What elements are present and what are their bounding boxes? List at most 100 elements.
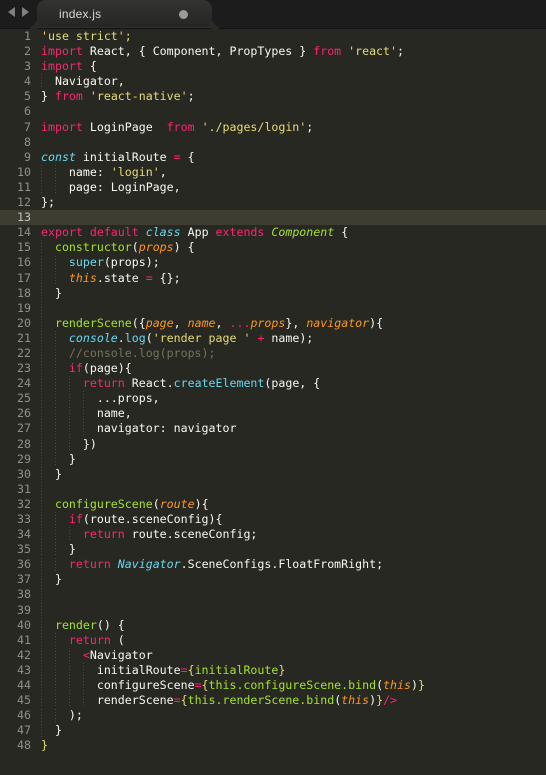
code-line[interactable]: 22 //console.log(props); <box>0 346 546 361</box>
code-line[interactable]: 45 renderScene={this.renderScene.bind(th… <box>0 693 546 708</box>
code-line[interactable]: 28 }) <box>0 437 546 452</box>
code-line-text[interactable]: } <box>38 452 546 467</box>
code-line-text[interactable]: console.log('render page ' + name); <box>38 331 546 346</box>
code-line[interactable]: 34 return route.sceneConfig; <box>0 527 546 542</box>
code-line[interactable]: 41 return ( <box>0 633 546 648</box>
code-line-text[interactable]: 'use strict'; <box>38 29 546 44</box>
code-line-text[interactable]: Navigator, <box>38 74 546 89</box>
code-line[interactable]: 20 renderScene({page, name, ...props}, n… <box>0 316 546 331</box>
code-line[interactable]: 32 configureScene(route){ <box>0 497 546 512</box>
code-line-text[interactable]: name: 'login', <box>38 165 546 180</box>
code-line-text[interactable]: page: LoginPage, <box>38 180 546 195</box>
code-line-text[interactable]: renderScene={this.renderScene.bind(this)… <box>38 693 546 708</box>
code-line[interactable]: 5} from 'react-native'; <box>0 89 546 104</box>
code-line-text[interactable]: import LoginPage from './pages/login'; <box>38 120 546 135</box>
code-line[interactable]: 12}; <box>0 195 546 210</box>
code-line[interactable]: 46 ); <box>0 708 546 723</box>
code-line-text[interactable] <box>38 135 546 150</box>
code-line[interactable]: 4 Navigator, <box>0 74 546 89</box>
code-line[interactable]: 30 } <box>0 467 546 482</box>
code-line[interactable]: 14 export default class App extends Compo… <box>0 225 546 240</box>
code-line-text[interactable]: import { <box>38 59 546 74</box>
code-line-text[interactable]: const initialRoute = { <box>38 150 546 165</box>
code-line[interactable]: 44 configureScene={this.configureScene.b… <box>0 678 546 693</box>
code-line-text[interactable]: } <box>38 572 546 587</box>
code-line[interactable]: 7 import LoginPage from './pages/login'; <box>0 120 546 135</box>
code-line-text[interactable]: return ( <box>38 633 546 648</box>
code-line-text[interactable]: return Navigator.SceneConfigs.FloatFromR… <box>38 557 546 572</box>
code-line[interactable]: 8 <box>0 135 546 150</box>
code-content-area[interactable]: 1 'use strict'; 2 import React, { Component… <box>0 29 546 775</box>
code-line[interactable]: 33 if(route.sceneConfig){ <box>0 512 546 527</box>
code-line-text[interactable]: } from 'react-native'; <box>38 89 546 104</box>
code-line-text[interactable]: //console.log(props); <box>38 346 546 361</box>
code-line-text[interactable]: if(route.sceneConfig){ <box>38 512 546 527</box>
code-line[interactable]: 17 this.state = {}; <box>0 271 546 286</box>
code-line-text[interactable]: } <box>38 542 546 557</box>
code-line-text[interactable]: import React, { Component, PropTypes } f… <box>38 44 546 59</box>
code-line[interactable]: 13 <box>0 210 546 226</box>
code-line[interactable]: 15 constructor(props) { <box>0 240 546 255</box>
code-line-text[interactable] <box>38 104 546 119</box>
code-line[interactable]: 10 name: 'login', <box>0 165 546 180</box>
unsaved-changes-dot-icon[interactable] <box>179 10 188 19</box>
triangle-right-icon[interactable] <box>22 7 29 17</box>
code-line[interactable]: 35 } <box>0 542 546 557</box>
code-line-text[interactable]: name, <box>38 406 546 421</box>
code-line[interactable]: 37 } <box>0 572 546 587</box>
triangle-left-icon[interactable] <box>8 7 15 17</box>
code-line[interactable]: 48} <box>0 738 546 753</box>
code-line-text[interactable]: configureScene={this.configureScene.bind… <box>38 678 546 693</box>
code-line-text[interactable]: super(props); <box>38 255 546 270</box>
code-line-text[interactable]: }) <box>38 437 546 452</box>
code-line[interactable]: 18 } <box>0 286 546 301</box>
code-line-text[interactable]: this.state = {}; <box>38 271 546 286</box>
code-line[interactable]: 25 ...props, <box>0 391 546 406</box>
code-line-text[interactable]: initialRoute={initialRoute} <box>38 663 546 678</box>
editor-tab-index-js[interactable]: index.js <box>37 0 212 28</box>
code-line[interactable]: 6 <box>0 104 546 119</box>
code-line[interactable]: 24 return React.createElement(page, { <box>0 376 546 391</box>
code-line-text[interactable]: }; <box>38 195 546 210</box>
code-line-text[interactable] <box>38 482 546 497</box>
code-line[interactable]: 16 super(props); <box>0 255 546 270</box>
code-line-text[interactable]: export default class App extends Compone… <box>38 225 546 240</box>
code-line-text[interactable]: ...props, <box>38 391 546 406</box>
code-line[interactable]: 40 render() { <box>0 618 546 633</box>
code-line[interactable]: 31 <box>0 482 546 497</box>
code-line[interactable]: 42 <Navigator <box>0 648 546 663</box>
code-line-text[interactable]: } <box>38 286 546 301</box>
code-line-text[interactable] <box>38 587 546 602</box>
code-line-text[interactable]: ); <box>38 708 546 723</box>
code-line-text[interactable]: renderScene({page, name, ...props}, navi… <box>38 316 546 331</box>
code-line[interactable]: 1 'use strict'; <box>0 29 546 44</box>
code-line[interactable]: 36 return Navigator.SceneConfigs.FloatFr… <box>0 557 546 572</box>
code-line[interactable]: 3 import { <box>0 59 546 74</box>
code-line-text[interactable]: if(page){ <box>38 361 546 376</box>
code-line-text[interactable]: return route.sceneConfig; <box>38 527 546 542</box>
code-line[interactable]: 11 page: LoginPage, <box>0 180 546 195</box>
code-line-text[interactable]: return React.createElement(page, { <box>38 376 546 391</box>
code-line[interactable]: 29 } <box>0 452 546 467</box>
code-line-text[interactable] <box>38 210 546 226</box>
code-line-text[interactable]: } <box>38 723 546 738</box>
code-line-text[interactable]: constructor(props) { <box>38 240 546 255</box>
code-line[interactable]: 26 name, <box>0 406 546 421</box>
code-line[interactable]: 23 if(page){ <box>0 361 546 376</box>
code-line[interactable]: 2 import React, { Component, PropTypes } … <box>0 44 546 59</box>
code-line-text[interactable] <box>38 603 546 618</box>
code-line[interactable]: 43 initialRoute={initialRoute} <box>0 663 546 678</box>
code-line-text[interactable]: navigator: navigator <box>38 421 546 436</box>
code-line[interactable]: 38 <box>0 587 546 602</box>
code-line[interactable]: 47 } <box>0 723 546 738</box>
code-line[interactable]: 21 console.log('render page ' + name); <box>0 331 546 346</box>
code-line-text[interactable]: <Navigator <box>38 648 546 663</box>
code-line[interactable]: 27 navigator: navigator <box>0 421 546 436</box>
code-line-text[interactable] <box>38 301 546 316</box>
code-line-text[interactable]: configureScene(route){ <box>38 497 546 512</box>
code-line-text[interactable]: } <box>38 738 546 753</box>
code-line[interactable]: 19 <box>0 301 546 316</box>
code-line-text[interactable]: render() { <box>38 618 546 633</box>
code-line[interactable]: 39 <box>0 603 546 618</box>
code-line-text[interactable]: } <box>38 467 546 482</box>
